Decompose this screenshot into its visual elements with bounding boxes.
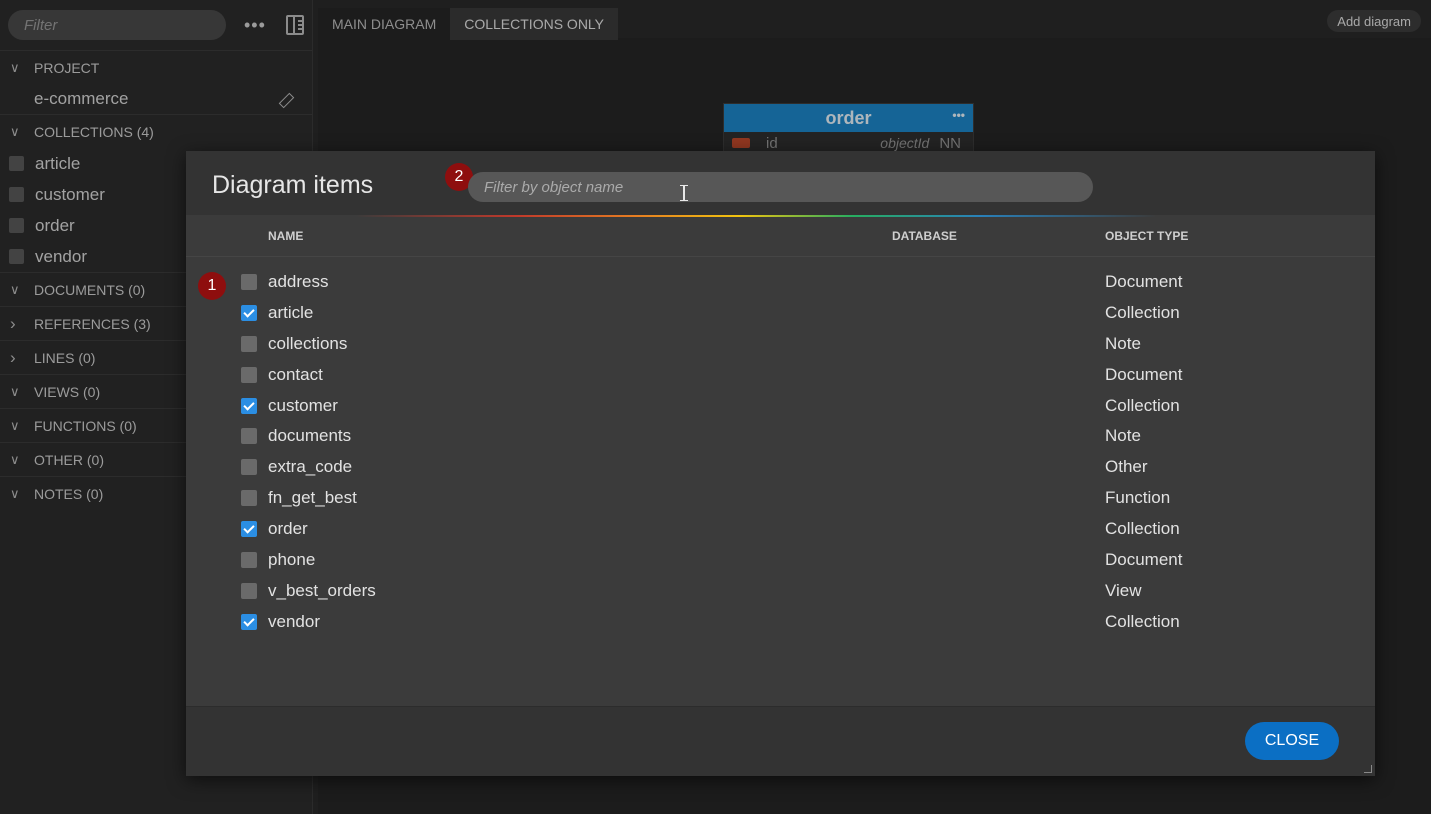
text-cursor-icon bbox=[680, 185, 688, 201]
checkbox-checked[interactable] bbox=[241, 521, 257, 538]
table-row[interactable]: fn_get_best Function bbox=[186, 483, 1375, 514]
row-name: v_best_orders bbox=[268, 580, 376, 600]
checkbox-unchecked[interactable] bbox=[241, 274, 257, 290]
table-row[interactable]: extra_code Other bbox=[186, 452, 1375, 483]
close-button[interactable]: CLOSE bbox=[1245, 722, 1339, 760]
checkbox-unchecked[interactable] bbox=[241, 582, 257, 599]
row-object-type: Collection bbox=[1105, 302, 1180, 322]
row-object-type: Collection bbox=[1105, 611, 1180, 631]
row-name: address bbox=[268, 272, 329, 291]
checkbox-unchecked[interactable] bbox=[241, 335, 257, 352]
checkbox-unchecked[interactable] bbox=[241, 490, 257, 507]
table-row[interactable]: vendor Collection bbox=[186, 607, 1375, 638]
row-name: article bbox=[268, 302, 314, 322]
checkbox-unchecked[interactable] bbox=[241, 459, 257, 476]
row-name: phone bbox=[268, 550, 316, 570]
checkbox-checked[interactable] bbox=[241, 304, 257, 321]
row-name: order bbox=[268, 519, 308, 539]
checkbox-unchecked[interactable] bbox=[241, 552, 257, 569]
column-header-object-type[interactable]: OBJECT TYPE bbox=[1105, 229, 1188, 243]
checkbox-checked[interactable] bbox=[241, 397, 257, 414]
checkbox-unchecked[interactable] bbox=[241, 428, 257, 445]
table-row[interactable]: address Document bbox=[186, 267, 1375, 298]
row-object-type: Function bbox=[1105, 488, 1171, 508]
dialog-header: Diagram items 2 bbox=[186, 151, 1375, 215]
table-row[interactable]: article Collection bbox=[186, 298, 1375, 329]
row-name: fn_get_best bbox=[268, 488, 357, 508]
table-row[interactable]: collections Note bbox=[186, 329, 1375, 360]
resize-grip-icon[interactable] bbox=[1364, 765, 1372, 773]
table-row[interactable]: documents Note bbox=[186, 421, 1375, 452]
row-object-type: Collection bbox=[1105, 519, 1180, 539]
items-table: 1 address Document article Collection collec… bbox=[186, 257, 1375, 638]
dialog-footer: CLOSE bbox=[186, 706, 1375, 776]
table-row[interactable]: phone Document bbox=[186, 545, 1375, 576]
table-header: NAME DATABASE OBJECT TYPE bbox=[186, 215, 1375, 257]
row-name: customer bbox=[268, 395, 338, 415]
row-name: vendor bbox=[268, 611, 320, 631]
row-name: extra_code bbox=[268, 457, 353, 477]
row-name: collections bbox=[268, 333, 348, 353]
table-row[interactable]: v_best_orders View bbox=[186, 576, 1375, 607]
row-name: contact bbox=[268, 364, 323, 384]
row-name: documents bbox=[268, 426, 352, 446]
checkbox-checked[interactable] bbox=[241, 613, 257, 630]
table-row[interactable]: customer Collection bbox=[186, 391, 1375, 422]
column-header-name[interactable]: NAME bbox=[268, 229, 303, 243]
column-header-database[interactable]: DATABASE bbox=[892, 229, 957, 243]
dialog-title: Diagram items bbox=[212, 171, 374, 199]
row-object-type: Collection bbox=[1105, 395, 1180, 415]
diagram-items-dialog: Diagram items 2 NAME DATABASE OBJECT TYP… bbox=[186, 151, 1375, 776]
table-row[interactable]: contact Document bbox=[186, 360, 1375, 391]
row-object-type: Document bbox=[1105, 272, 1183, 291]
row-object-type: Note bbox=[1105, 333, 1141, 353]
row-object-type: View bbox=[1105, 580, 1142, 600]
object-name-filter-input[interactable] bbox=[468, 172, 1093, 202]
table-row[interactable]: order Collection bbox=[186, 514, 1375, 545]
row-object-type: Document bbox=[1105, 364, 1183, 384]
row-object-type: Other bbox=[1105, 457, 1148, 477]
row-object-type: Note bbox=[1105, 426, 1141, 446]
row-object-type: Document bbox=[1105, 550, 1183, 570]
checkbox-unchecked[interactable] bbox=[241, 366, 257, 383]
